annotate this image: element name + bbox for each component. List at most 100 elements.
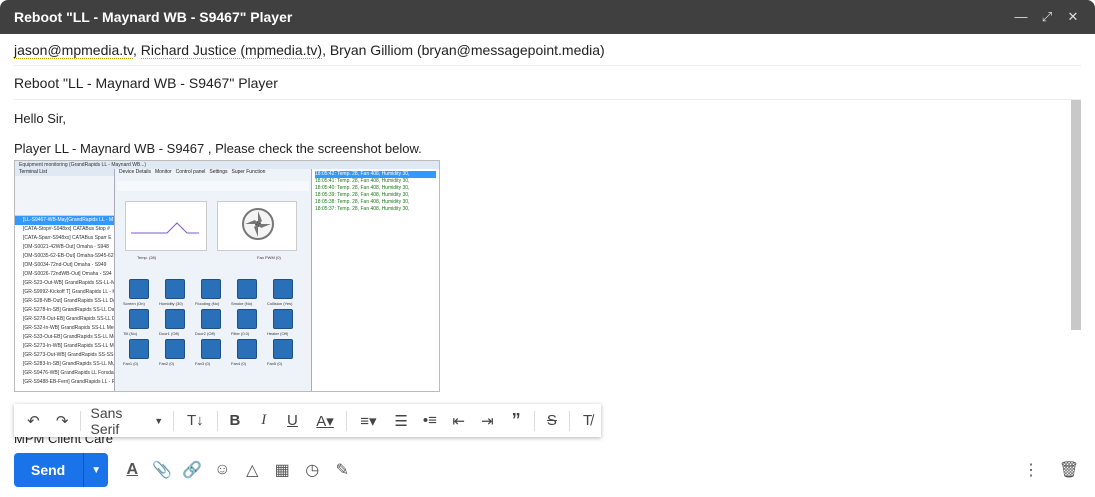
italic-icon[interactable]: I: [250, 407, 277, 435]
screenshot-tile-label: Fan2 (0): [159, 361, 175, 366]
screenshot-tile-label: Door2 (Off): [195, 331, 215, 336]
message-body[interactable]: Hello Sir, Player LL - Maynard WB - S946…: [0, 100, 1095, 445]
indent-less-icon[interactable]: ⇤: [445, 407, 472, 435]
indent-more-icon[interactable]: ⇥: [474, 407, 501, 435]
screenshot-terminal-item: [GR-S9488-EB-Ferri] GrandRapids LL - Fr: [23, 379, 114, 385]
screenshot-terminal-item: [GR-S283-In-SB] GrandRapids SS-LL Mu: [23, 361, 114, 367]
fullscreen-icon[interactable]: ⤢: [1039, 9, 1055, 25]
screenshot-terminal-item: [GR-S273-In-WB] GrandRapids SS-LL Mi: [23, 343, 114, 349]
screenshot-tile-label: Humidity (30): [159, 301, 183, 306]
screenshot-tab: Super Function: [231, 169, 266, 175]
embedded-screenshot[interactable]: Equipment monitoring (GrandRapids LL - M…: [14, 160, 440, 392]
screenshot-tile-icon: [273, 339, 293, 359]
emoji-icon[interactable]: ☺: [208, 456, 236, 484]
screenshot-tab: Device Details: [119, 169, 151, 175]
screenshot-tile-label: Screen (On): [123, 301, 145, 306]
send-button[interactable]: Send ▼: [14, 453, 109, 487]
screenshot-terminal-list: Terminal List [LL-S9467-WB-May]GrandRapi…: [15, 169, 115, 391]
screenshot-terminal-item: [GR-S33-Out-EB] GrandRapids SS-LL Med: [23, 334, 114, 340]
align-icon[interactable]: ≡▾: [351, 407, 385, 435]
recipient-chip[interactable]: Bryan Gilliom (bryan@messagepoint.media): [330, 42, 605, 58]
underline-icon[interactable]: U: [279, 407, 306, 435]
screenshot-tile-label: Heater (Off): [267, 331, 289, 336]
screenshot-log-line: 18:05:37: Temp. 28, Fan 408, Humidity 30…: [315, 206, 410, 212]
chevron-down-icon: ▼: [154, 415, 164, 426]
screenshot-window-title: Equipment monitoring (GrandRapids LL - M…: [15, 161, 439, 169]
attach-file-icon[interactable]: 📎: [148, 456, 176, 484]
text-color-icon[interactable]: A▾: [308, 407, 342, 435]
subject-row[interactable]: Reboot "LL - Maynard WB - S9467" Player: [14, 66, 1081, 100]
screenshot-tile-label: Fan3 (0): [195, 361, 211, 366]
font-size-icon[interactable]: T↓: [178, 407, 212, 435]
screenshot-log-line: 18:05:39: Temp. 28, Fan 408, Humidity 30…: [315, 192, 410, 198]
screenshot-terminal-item: [OM-S0026-72ndWB-Out] Omaha - S94: [23, 271, 112, 277]
screenshot-terminal-item: [GR-S28-NB-Out] GrandRapids SS-LL De: [23, 298, 114, 304]
formatting-options-icon[interactable]: A: [118, 456, 146, 484]
strikethrough-icon[interactable]: S: [539, 407, 566, 435]
quote-icon[interactable]: ”: [503, 407, 530, 435]
insert-photo-icon[interactable]: ▦: [268, 456, 296, 484]
drive-icon[interactable]: △: [238, 456, 266, 484]
more-options-icon[interactable]: ⋮: [1017, 456, 1045, 484]
bulleted-list-icon[interactable]: •≡: [416, 407, 443, 435]
screenshot-tab: Control panel: [175, 169, 206, 175]
remove-formatting-icon[interactable]: T̸: [574, 407, 601, 435]
screenshot-tile-label: Door1 (Off): [159, 331, 179, 336]
screenshot-temp-chart: [131, 222, 199, 234]
send-label: Send: [14, 453, 85, 487]
compose-actions: Send ▼ A 📎 🔗 ☺ △ ▦ ◷ ✎ ⋮ 🗑: [0, 452, 1095, 488]
screenshot-tab: Settings: [209, 169, 228, 175]
screenshot-tile-icon: [273, 279, 293, 299]
redo-icon[interactable]: ↷: [49, 407, 76, 435]
compose-titlebar[interactable]: Reboot "LL - Maynard WB - S9467" Player …: [0, 0, 1095, 34]
screenshot-terminal-item: [GR-S23-Out-WB] GrandRapids SS-LL-M: [23, 280, 114, 286]
close-icon[interactable]: ✕: [1065, 9, 1081, 25]
recipient-chip[interactable]: Richard Justice (mpmedia.tv): [140, 41, 323, 59]
recipient-chip[interactable]: jason@mpmedia.tv: [14, 41, 133, 59]
screenshot-monitor-panel: Device Details Monitor Control panel Settin…: [117, 169, 309, 391]
signature-icon[interactable]: ✎: [328, 456, 356, 484]
minimize-icon[interactable]: —: [1013, 9, 1029, 25]
confidential-mode-icon[interactable]: ◷: [298, 456, 326, 484]
screenshot-tile-icon: [237, 309, 257, 329]
screenshot-terminal-item: [OM-S0034-72nd-Out] Omaha - S949: [23, 262, 107, 268]
screenshot-tab: Monitor: [154, 169, 172, 175]
screenshot-gauge-label: Temp. (28): [137, 255, 157, 260]
screenshot-log-line: 18:05:40: Temp. 28, Fan 408, Humidity 30…: [315, 185, 410, 191]
screenshot-tile-label: Fan1 (0): [123, 361, 139, 366]
compose-title: Reboot "LL - Maynard WB - S9467" Player: [14, 9, 293, 25]
font-select[interactable]: Sans Serif ▼: [85, 405, 170, 437]
screenshot-tile-icon: [201, 339, 221, 359]
screenshot-terminal-item: [GR-S9992-Kickoff T] GrandRapids LL - K: [23, 289, 114, 295]
screenshot-tile-label: Smoke (No): [231, 301, 253, 306]
recipients-row[interactable]: jason@mpmedia.tv, Richard Justice (mpmed…: [14, 34, 1081, 66]
screenshot-terminal-item: [GR-S9476-WB] GrandRapids LL Forsdal: [23, 370, 114, 376]
subject-field[interactable]: Reboot "LL - Maynard WB - S9467" Player: [14, 75, 278, 91]
screenshot-tile-icon: [273, 309, 293, 329]
screenshot-tile-label: Filter (0.0): [231, 331, 250, 336]
screenshot-tile-icon: [237, 339, 257, 359]
screenshot-terminal-item: [GR-S278-Out-EB] GrandRapids SS-LL D: [23, 316, 114, 322]
numbered-list-icon[interactable]: ☰: [388, 407, 415, 435]
body-line: Player LL - Maynard WB - S9467 , Please …: [14, 141, 422, 156]
screenshot-fan-icon: [242, 208, 274, 240]
screenshot-terminal-item: [GR-S32-In-WB] GrandRapids SS-LL Medi: [23, 325, 114, 331]
chevron-down-icon[interactable]: ▼: [84, 465, 108, 476]
bold-icon[interactable]: B: [222, 407, 249, 435]
screenshot-log-panel: 18:05:42: Temp. 28, Fan 408, Humidity 30…: [311, 169, 439, 391]
body-scrollbar[interactable]: [1071, 100, 1081, 330]
screenshot-tile-label: Collision (Yes): [267, 301, 293, 306]
screenshot-terminal-item: [OM-S0021-42WB-Out] Omaha - S948: [23, 244, 109, 250]
trash-icon[interactable]: 🗑: [1055, 456, 1083, 484]
undo-icon[interactable]: ↶: [20, 407, 47, 435]
formatting-toolbar: ↶ ↷ Sans Serif ▼ T↓ B I U A▾ ≡▾ ☰ •≡ ⇤ ⇥ …: [14, 404, 601, 437]
screenshot-tile-icon: [201, 279, 221, 299]
screenshot-tile-label: Fan4 (0): [231, 361, 247, 366]
screenshot-log-line: 18:05:42: Temp. 28, Fan 408, Humidity 30…: [315, 171, 436, 178]
screenshot-tile-label: Tilt (No): [123, 331, 138, 336]
screenshot-terminal-item: [CATA-Sparr-S948xx] CATABus Sparr E: [23, 235, 112, 241]
compose-window: Reboot "LL - Maynard WB - S9467" Player …: [0, 0, 1095, 497]
screenshot-tile-icon: [165, 309, 185, 329]
screenshot-log-line: 18:05:41: Temp. 28, Fan 408, Humidity 30…: [315, 178, 410, 184]
insert-link-icon[interactable]: 🔗: [178, 456, 206, 484]
